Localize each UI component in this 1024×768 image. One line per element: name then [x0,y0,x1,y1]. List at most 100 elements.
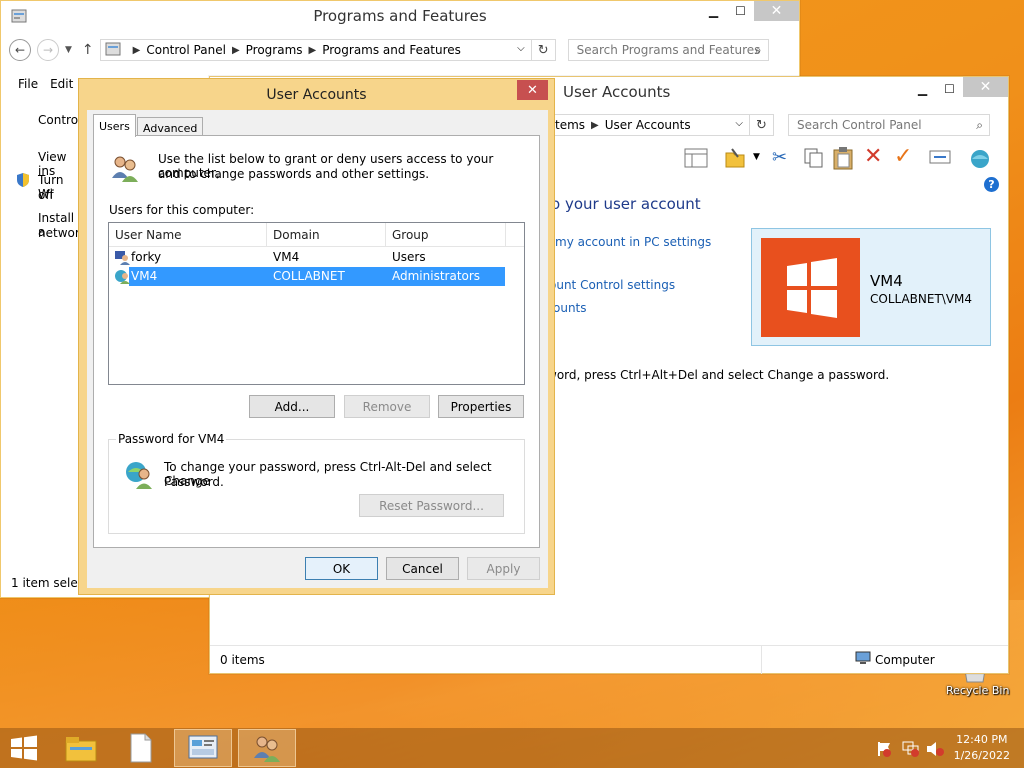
user-accounts-window-title: User Accounts [563,83,671,101]
rename-icon[interactable] [929,150,951,167]
cut-icon[interactable]: ✂ [772,147,787,168]
tab-users[interactable]: Users [93,114,136,137]
programs-address-bar[interactable]: ▶ Control Panel ▶ Programs ▶ Programs an… [99,39,532,61]
remove-user-button[interactable]: Remove [344,395,430,418]
status-computer: Computer [875,653,935,667]
user-domain-cell: COLLABNET [273,269,345,283]
user-name-cell: forky [131,250,162,264]
apply-button[interactable]: Apply [467,557,540,580]
password-text-line2: Password. [164,475,224,489]
search-placeholder: Search Programs and Features [576,43,761,57]
dialog-close-button[interactable]: ✕ [517,80,548,100]
maximize-button[interactable]: ☐ [936,79,963,99]
folder-options-icon[interactable] [724,147,746,172]
programs-titlebar[interactable]: Programs and Features ▁ ☐ ✕ [1,1,799,31]
ua-toolbar: ▼ ✂ ✕ ✓ [554,144,1008,174]
clock-date: 1/26/2022 [953,749,1010,762]
shield-icon [15,172,31,191]
control-panel-search-input[interactable]: Search Control Panel ⌕ [788,114,990,136]
chevron-down-icon[interactable]: ⌵ [735,118,743,129]
status-divider [761,646,762,674]
taskbar: 12:40 PM 1/26/2022 [0,728,1024,768]
file-explorer-icon [65,737,97,762]
refresh-button[interactable]: ↻ [750,114,774,136]
column-domain[interactable]: Domain [267,223,386,246]
recent-pages-icon[interactable]: ▼ [65,45,72,55]
breadcrumb-item[interactable]: User Accounts [605,118,691,132]
breadcrumb-item[interactable]: tems [555,118,585,132]
back-button[interactable]: ← [9,39,31,61]
chevron-down-icon[interactable]: ▼ [753,152,760,162]
account-tile: VM4 COLLABNET\VM4 [751,228,991,346]
dialog-title: User Accounts [266,87,367,103]
maximize-button[interactable]: ☐ [727,1,754,21]
search-placeholder: Search Control Panel [797,118,922,132]
chevron-down-icon[interactable]: ⌵ [517,43,525,54]
user-group-cell: Administrators [392,269,481,283]
link-account-pc-settings[interactable]: my account in PC settings [555,235,711,249]
column-group[interactable]: Group [386,223,506,246]
sidebar-turn-windows-features-cont[interactable]: off [38,188,54,202]
dialog-body: Users Advanced Use the list below to gra… [87,110,548,588]
view-pane-icon[interactable] [684,148,708,171]
users-tab-panel: Use the list below to grant or deny user… [93,135,540,548]
breadcrumb-item[interactable]: Control Panel [146,43,226,57]
forward-button[interactable]: → [37,39,59,61]
delete-icon[interactable]: ✕ [864,144,882,169]
search-icon[interactable]: ⌕ [976,118,983,133]
menu-file[interactable]: File [18,77,38,91]
refresh-button[interactable]: ↻ [531,39,556,61]
start-button[interactable] [0,729,48,767]
ua-statusbar: 0 items Computer [210,645,1008,674]
paste-icon[interactable] [832,146,854,173]
column-user-name[interactable]: User Name [109,223,267,246]
programs-address-row: ← → ▼ ↑ ▶ Control Panel ▶ Programs ▶ Pro… [1,35,799,65]
control-panel-icon [11,8,27,27]
cancel-button[interactable]: Cancel [386,557,459,580]
control-panel-taskbar-button[interactable] [174,729,232,767]
close-button[interactable]: ✕ [963,77,1008,97]
programs-search-input[interactable]: Search Programs and Features ⌕ [567,39,769,61]
taskbar-clock[interactable]: 12:40 PM 1/26/2022 [954,732,1010,764]
reset-password-button[interactable]: Reset Password... [359,494,504,517]
password-user-icon [123,458,155,493]
properties-check-icon[interactable]: ✓ [894,144,912,169]
help-icon[interactable]: ? [984,177,999,192]
ok-button[interactable]: OK [305,557,378,580]
ua-address-bar[interactable]: tems ▶ User Accounts ⌵ [554,114,750,136]
breadcrumb-sep-icon: ▶ [591,119,599,131]
system-tray: 12:40 PM 1/26/2022 [864,728,1024,768]
users-list[interactable]: User Name Domain Group forky VM4 Users V… [108,222,525,385]
link-manage-accounts[interactable]: ounts [553,301,587,315]
sidebar-control-panel-home[interactable]: Control [38,113,81,127]
link-uac-settings[interactable]: ount Control settings [549,278,675,292]
table-row[interactable]: forky VM4 Users [109,248,505,267]
document-taskbar-button[interactable] [112,729,170,767]
up-arrow-icon[interactable]: ↑ [82,42,94,58]
minimize-button[interactable]: ▁ [909,79,936,99]
table-row[interactable]: VM4 COLLABNET Administrators [129,267,505,286]
network-globe-icon[interactable] [968,146,992,173]
breadcrumb-item[interactable]: Programs [246,43,303,57]
users-list-header: User Name Domain Group [109,223,524,247]
action-center-flag-icon[interactable] [876,741,892,760]
user-accounts-taskbar-button[interactable] [238,729,296,767]
breadcrumb-item[interactable]: Programs and Features [322,43,461,57]
status-item-count: 0 items [220,653,265,667]
file-explorer-taskbar-button[interactable] [52,729,110,767]
account-domain: COLLABNET\VM4 [870,292,973,306]
add-user-button[interactable]: Add... [249,395,335,418]
close-button[interactable]: ✕ [754,1,799,21]
recycle-bin-label[interactable]: Recycle Bin [946,684,1009,697]
network-icon[interactable] [902,741,920,760]
properties-button[interactable]: Properties [438,395,524,418]
volume-muted-icon[interactable] [926,741,944,760]
user-group-cell: Users [392,250,426,264]
windows-start-icon [11,735,37,761]
user-name-cell: VM4 [131,269,158,283]
breadcrumb-sep-icon: ▶ [308,44,317,56]
menu-edit[interactable]: Edit [50,77,73,91]
minimize-button[interactable]: ▁ [700,1,727,21]
search-icon[interactable]: ⌕ [755,43,762,58]
copy-icon[interactable] [802,147,824,172]
